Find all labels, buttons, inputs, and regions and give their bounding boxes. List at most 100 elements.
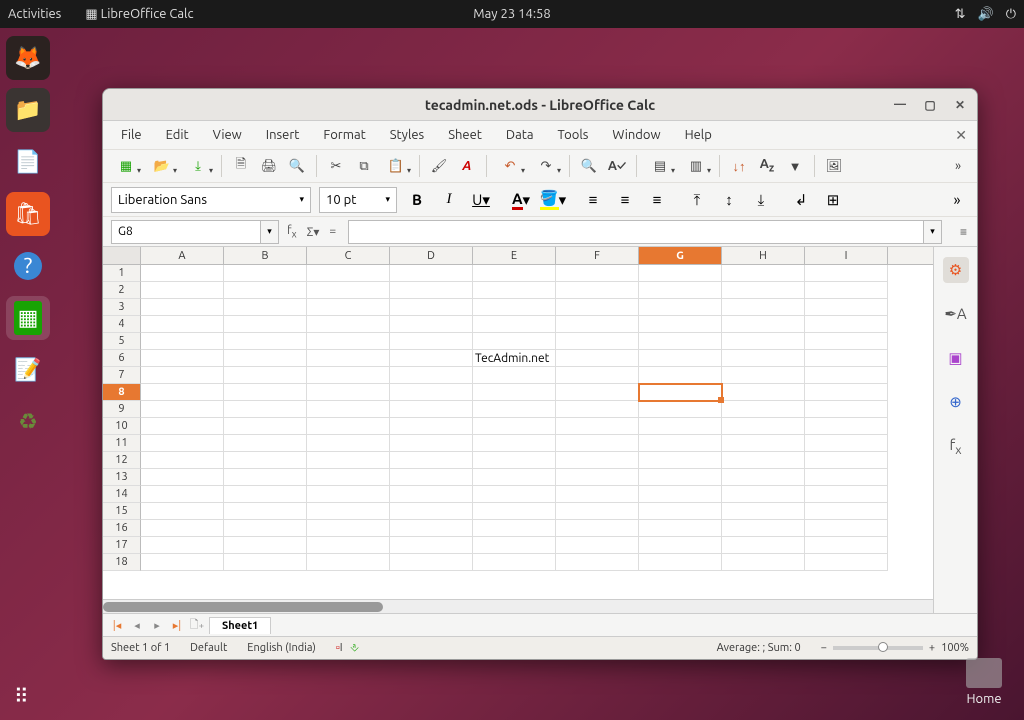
cell-I7[interactable] <box>805 367 888 384</box>
menu-sheet[interactable]: Sheet <box>438 126 492 144</box>
cell-D1[interactable] <box>390 265 473 282</box>
row-button[interactable]: ▤ <box>645 155 675 177</box>
cell-I1[interactable] <box>805 265 888 282</box>
cell-B15[interactable] <box>224 503 307 520</box>
cell-B18[interactable] <box>224 554 307 571</box>
cell-A7[interactable] <box>141 367 224 384</box>
cell-I17[interactable] <box>805 537 888 554</box>
dock-trash[interactable]: ♻ <box>6 400 50 444</box>
cell-E17[interactable] <box>473 537 556 554</box>
spellcheck-button[interactable]: A✓ <box>606 155 628 177</box>
align-left-button[interactable]: ≡ <box>581 188 605 212</box>
underline-button[interactable]: U▾ <box>469 188 493 212</box>
close-button[interactable]: ✕ <box>949 94 971 116</box>
tab-last-button[interactable]: ▸| <box>169 619 185 632</box>
cell-I5[interactable] <box>805 333 888 350</box>
cell-E1[interactable] <box>473 265 556 282</box>
cell-B3[interactable] <box>224 299 307 316</box>
tab-prev-button[interactable]: ◂ <box>129 619 145 632</box>
cell-H3[interactable] <box>722 299 805 316</box>
status-language[interactable]: English (India) <box>247 642 316 654</box>
cell-F3[interactable] <box>556 299 639 316</box>
cell-G3[interactable] <box>639 299 722 316</box>
power-icon[interactable]: ⏻ <box>1006 7 1016 22</box>
menu-format[interactable]: Format <box>313 126 375 144</box>
toolbar-overflow-button[interactable]: » <box>947 155 969 177</box>
cell-G18[interactable] <box>639 554 722 571</box>
fmt-overflow-button[interactable]: » <box>945 188 969 212</box>
cell-A16[interactable] <box>141 520 224 537</box>
cell-C15[interactable] <box>307 503 390 520</box>
cell-A1[interactable] <box>141 265 224 282</box>
clone-formatting-button[interactable]: 🖌 <box>428 155 450 177</box>
column-header-D[interactable]: D <box>390 247 473 264</box>
cell-H6[interactable] <box>722 350 805 367</box>
dock-firefox[interactable]: 🦊 <box>6 36 50 80</box>
cell-A18[interactable] <box>141 554 224 571</box>
cell-I14[interactable] <box>805 486 888 503</box>
cell-E8[interactable] <box>473 384 556 401</box>
cell-I16[interactable] <box>805 520 888 537</box>
menu-window[interactable]: Window <box>602 126 670 144</box>
cell-A2[interactable] <box>141 282 224 299</box>
undo-button[interactable]: ↶ <box>495 155 525 177</box>
cell-C11[interactable] <box>307 435 390 452</box>
column-header-G[interactable]: G <box>639 247 722 264</box>
dock-texteditor[interactable]: 📝 <box>6 348 50 392</box>
select-all-corner[interactable] <box>103 247 141 264</box>
menu-data[interactable]: Data <box>496 126 544 144</box>
new-button[interactable]: ▦ <box>111 155 141 177</box>
cell-B1[interactable] <box>224 265 307 282</box>
cell-D11[interactable] <box>390 435 473 452</box>
cell-G2[interactable] <box>639 282 722 299</box>
name-box[interactable]: G8 <box>111 220 261 244</box>
titlebar[interactable]: tecadmin.net.ods - LibreOffice Calc — ▢ … <box>103 89 977 121</box>
cell-D16[interactable] <box>390 520 473 537</box>
cell-A13[interactable] <box>141 469 224 486</box>
cell-G15[interactable] <box>639 503 722 520</box>
row-header-18[interactable]: 18 <box>103 554 141 571</box>
row-header-3[interactable]: 3 <box>103 299 141 316</box>
cell-H12[interactable] <box>722 452 805 469</box>
autofilter-button[interactable]: ▼ <box>784 155 806 177</box>
cell-E4[interactable] <box>473 316 556 333</box>
row-header-11[interactable]: 11 <box>103 435 141 452</box>
row-header-4[interactable]: 4 <box>103 316 141 333</box>
print-button[interactable]: 🖨 <box>258 155 280 177</box>
horizontal-scrollbar[interactable] <box>103 599 933 613</box>
column-header-H[interactable]: H <box>722 247 805 264</box>
cell-C2[interactable] <box>307 282 390 299</box>
formula-button[interactable]: = <box>327 225 338 238</box>
menu-styles[interactable]: Styles <box>380 126 434 144</box>
cell-A17[interactable] <box>141 537 224 554</box>
cell-E5[interactable] <box>473 333 556 350</box>
cell-B9[interactable] <box>224 401 307 418</box>
cell-D14[interactable] <box>390 486 473 503</box>
cell-D4[interactable] <box>390 316 473 333</box>
cell-C3[interactable] <box>307 299 390 316</box>
name-box-dropdown[interactable]: ▾ <box>261 220 279 244</box>
cell-C7[interactable] <box>307 367 390 384</box>
row-header-13[interactable]: 13 <box>103 469 141 486</box>
cell-G9[interactable] <box>639 401 722 418</box>
function-wizard-button[interactable]: fx <box>285 224 299 239</box>
cell-C10[interactable] <box>307 418 390 435</box>
cell-B7[interactable] <box>224 367 307 384</box>
zoom-knob[interactable] <box>878 642 888 652</box>
cell-B6[interactable] <box>224 350 307 367</box>
cell-A5[interactable] <box>141 333 224 350</box>
cell-E15[interactable] <box>473 503 556 520</box>
column-header-F[interactable]: F <box>556 247 639 264</box>
save-button[interactable]: ⤓ <box>183 155 213 177</box>
cell-F5[interactable] <box>556 333 639 350</box>
cell-G10[interactable] <box>639 418 722 435</box>
cell-A10[interactable] <box>141 418 224 435</box>
cell-D3[interactable] <box>390 299 473 316</box>
clear-formatting-button[interactable]: A <box>456 155 478 177</box>
cell-A3[interactable] <box>141 299 224 316</box>
cell-I9[interactable] <box>805 401 888 418</box>
cell-G16[interactable] <box>639 520 722 537</box>
bold-button[interactable]: B <box>405 188 429 212</box>
cell-B5[interactable] <box>224 333 307 350</box>
row-header-9[interactable]: 9 <box>103 401 141 418</box>
